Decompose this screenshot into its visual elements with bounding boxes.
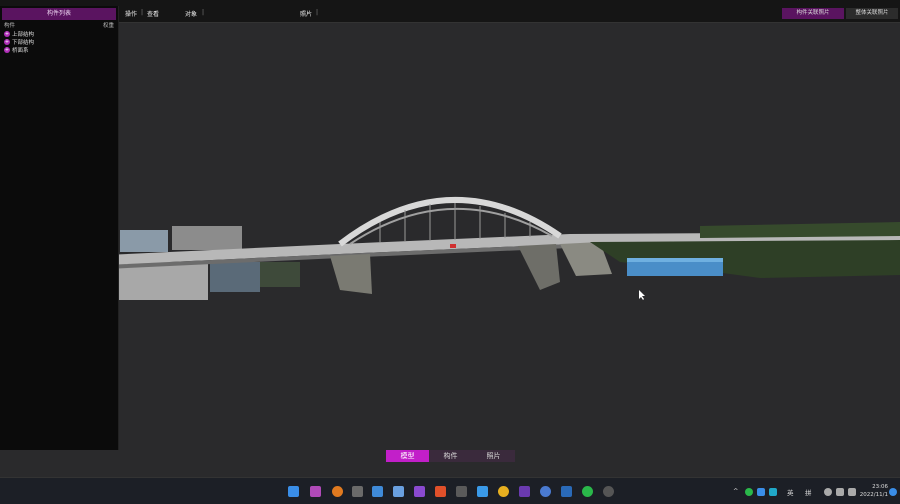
explorer-icon[interactable]: [393, 486, 404, 497]
battery-icon[interactable]: [848, 488, 856, 496]
visual-studio-icon[interactable]: [414, 486, 425, 497]
tab-all-photos[interactable]: 整体关联照片: [846, 8, 898, 19]
tree-item-label: 下部结构: [12, 40, 35, 46]
app-icon-circle[interactable]: [603, 486, 614, 497]
expand-icon[interactable]: +: [4, 39, 10, 45]
app-icon[interactable]: [310, 486, 321, 497]
tray-wechat-icon[interactable]: [745, 488, 753, 496]
panel-column-headers: 构件 权重: [0, 20, 118, 30]
search-icon[interactable]: [332, 486, 343, 497]
tab-model[interactable]: 模型: [386, 450, 429, 462]
tab-component[interactable]: 构件: [429, 450, 472, 462]
app-icon-round[interactable]: [540, 486, 551, 497]
expand-icon[interactable]: +: [4, 31, 10, 37]
model-viewport[interactable]: [0, 0, 900, 503]
chrome-icon[interactable]: [498, 486, 509, 497]
clock-time: 23:06: [872, 484, 888, 490]
column-header-weight: 权重: [102, 23, 114, 29]
menu-separator: |: [202, 9, 205, 16]
tray-chevron-icon[interactable]: ^: [733, 487, 738, 495]
tree-item-deck-system[interactable]: + 桥面系: [0, 46, 118, 54]
task-view-icon[interactable]: [352, 486, 363, 497]
app-icon-purple[interactable]: [519, 486, 530, 497]
ime-language[interactable]: 英: [787, 487, 794, 497]
menu-operate[interactable]: 操作: [125, 9, 137, 18]
start-icon[interactable]: [288, 486, 299, 497]
right-bank-vegetation: [590, 222, 900, 278]
top-toolbar: 操作 | 查看 对象 | 照片 | 构件关联照片 整体关联照片: [0, 0, 900, 23]
column-header-component: 构件: [4, 23, 16, 29]
system-clock[interactable]: 23:06 2022/11/1: [860, 483, 888, 499]
tray-network-app-icon[interactable]: [769, 488, 777, 496]
tree-item-label: 上部结构: [12, 32, 35, 38]
tab-component-photos[interactable]: 构件关联照片: [782, 8, 844, 19]
tree-item-substructure[interactable]: + 下部结构: [0, 38, 118, 46]
component-list-panel: 构件列表 构件 权重 + 上部结构 + 下部结构 + 桥面系: [0, 6, 119, 450]
ime-mode[interactable]: 拼: [805, 487, 812, 497]
expand-icon[interactable]: +: [4, 47, 10, 53]
menu-separator: |: [141, 9, 144, 16]
menu-separator: |: [316, 9, 319, 16]
wechat-icon[interactable]: [582, 486, 593, 497]
volume-icon[interactable]: [836, 488, 844, 496]
menu-photo[interactable]: 照片: [300, 9, 312, 18]
menu-object[interactable]: 对象: [185, 9, 197, 18]
app-icon-dark-blue[interactable]: [561, 486, 572, 497]
windows-taskbar: ^ 英 拼 23:06 2022/11/1: [0, 477, 900, 504]
menu-view[interactable]: 查看: [147, 9, 159, 18]
app-icon-blue[interactable]: [477, 486, 488, 497]
tree-item-label: 桥面系: [12, 48, 29, 54]
wifi-icon[interactable]: [824, 488, 832, 496]
app-icon-gray[interactable]: [456, 486, 467, 497]
zoom-app-icon[interactable]: [372, 486, 383, 497]
tree-item-superstructure[interactable]: + 上部结构: [0, 30, 118, 38]
tab-photo[interactable]: 照片: [472, 450, 515, 462]
app-icon-orange[interactable]: [435, 486, 446, 497]
notification-icon[interactable]: [889, 488, 897, 496]
tray-app-icon[interactable]: [757, 488, 765, 496]
panel-title: 构件列表: [2, 8, 116, 20]
clock-date: 2022/11/1: [859, 492, 888, 498]
mouse-cursor-icon: [639, 290, 645, 300]
view-mode-tabs: 模型 构件 照片: [386, 450, 515, 462]
